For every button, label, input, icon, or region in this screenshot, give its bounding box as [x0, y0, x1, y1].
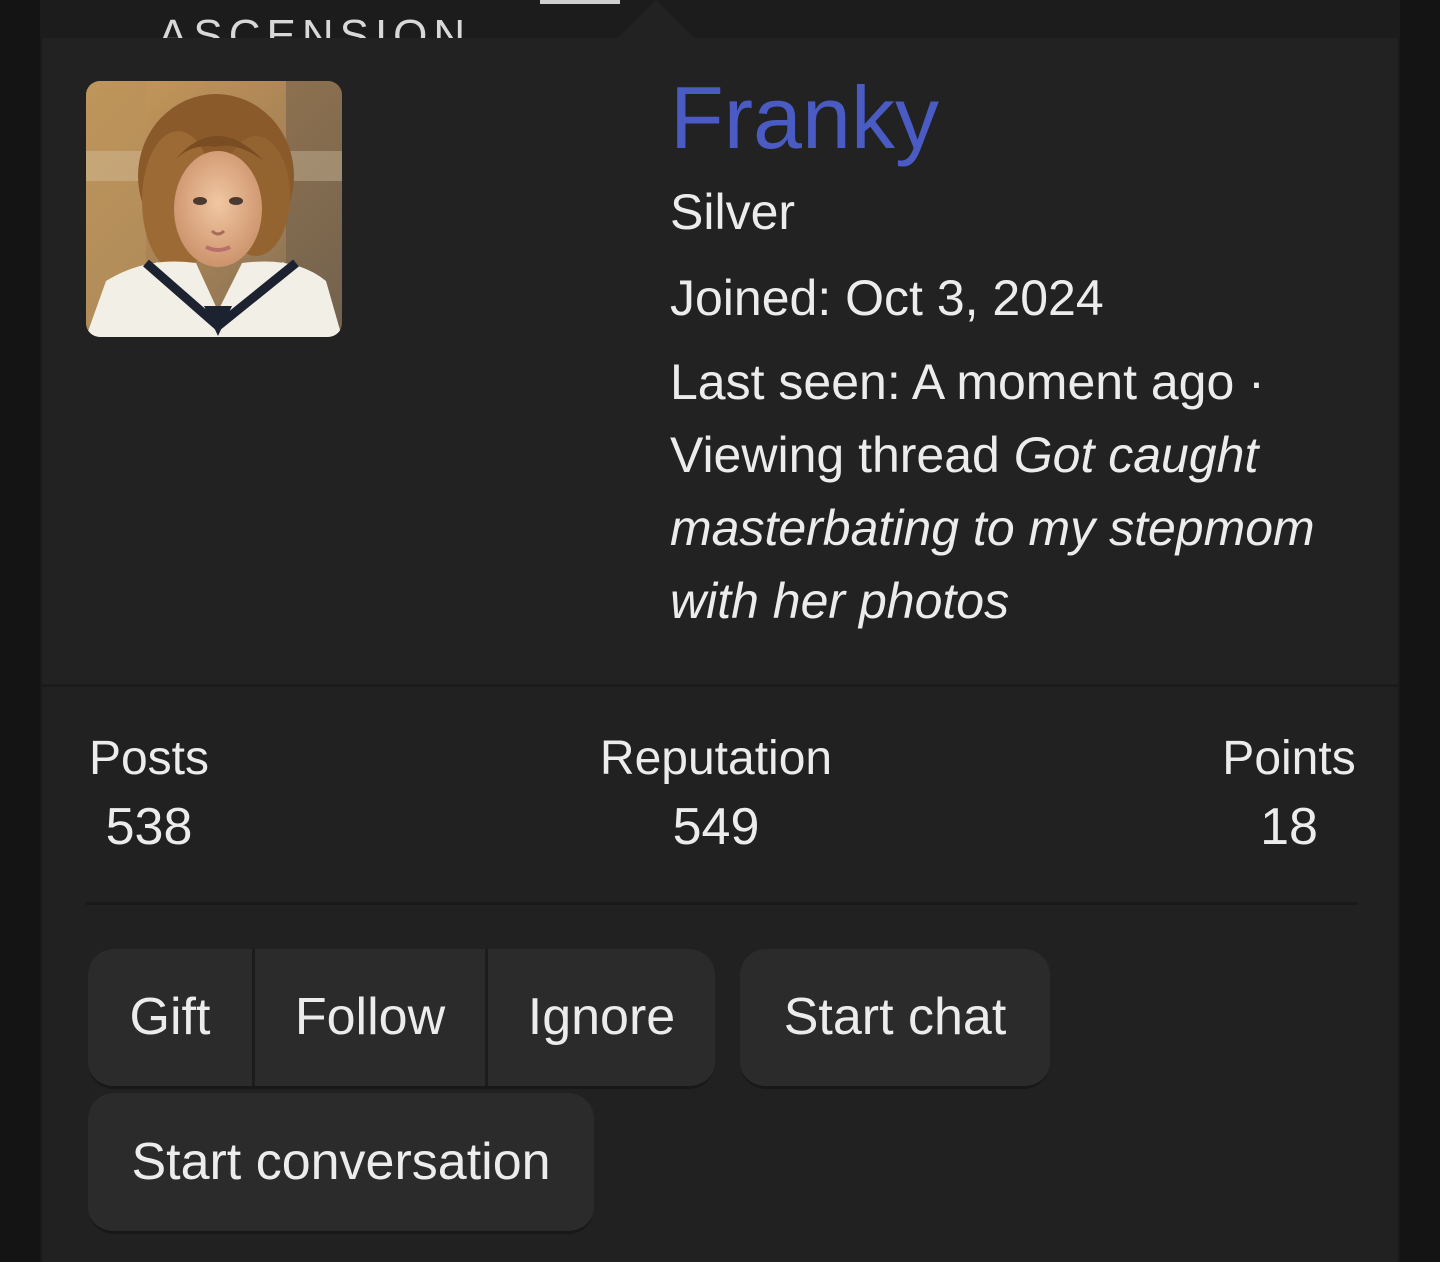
header-thumbnail[interactable] — [540, 0, 620, 4]
last-seen-label: Last seen: — [670, 354, 901, 410]
points-label: Points — [1222, 732, 1356, 785]
conversation-button-group: Start conversation — [88, 1093, 594, 1234]
stat-reputation[interactable]: Reputation 549 — [598, 729, 834, 859]
site-header: ASCENSION — [40, 0, 1400, 38]
follow-button[interactable]: Follow — [252, 949, 485, 1086]
reputation-value: 549 — [672, 798, 760, 856]
avatar-image — [86, 81, 342, 337]
last-seen: Last seen: A moment ago · Viewing thread… — [670, 346, 1360, 638]
posts-value: 538 — [105, 798, 193, 856]
start-chat-button[interactable]: Start chat — [740, 949, 1050, 1086]
stats-section: Posts 538 Reputation 549 Points 18 Gift … — [42, 687, 1398, 1262]
avatar[interactable] — [86, 81, 342, 337]
member-tooltip-card: Franky Silver Joined: Oct 3, 2024 Last s… — [40, 38, 1400, 1262]
user-rank: Silver — [670, 184, 796, 240]
profile-info: Franky Silver Joined: Oct 3, 2024 Last s… — [670, 68, 1360, 638]
joined-label: Joined: — [670, 270, 832, 326]
popover-arrow — [618, 0, 694, 38]
action-button-group: Gift Follow Ignore — [88, 949, 715, 1089]
site-title[interactable]: ASCENSION — [158, 14, 471, 39]
joined-value: Oct 3, 2024 — [845, 270, 1104, 326]
activity-prefix: Viewing thread — [670, 427, 1000, 483]
stats-divider — [86, 902, 1358, 905]
joined-date: Joined: Oct 3, 2024 — [670, 268, 1360, 328]
points-value: 18 — [1260, 798, 1318, 856]
chat-button-group: Start chat — [740, 949, 1050, 1089]
stat-points[interactable]: Points 18 — [1218, 729, 1360, 859]
last-seen-value: A moment ago · — [911, 354, 1265, 410]
reputation-label: Reputation — [599, 732, 833, 785]
ignore-button[interactable]: Ignore — [485, 949, 715, 1086]
username-link[interactable]: Franky — [670, 68, 1360, 168]
gift-button[interactable]: Gift — [88, 949, 252, 1086]
posts-label: Posts — [88, 732, 210, 785]
profile-section: Franky Silver Joined: Oct 3, 2024 Last s… — [42, 38, 1398, 684]
stat-posts[interactable]: Posts 538 — [86, 729, 212, 859]
start-conversation-button[interactable]: Start conversation — [88, 1093, 594, 1231]
